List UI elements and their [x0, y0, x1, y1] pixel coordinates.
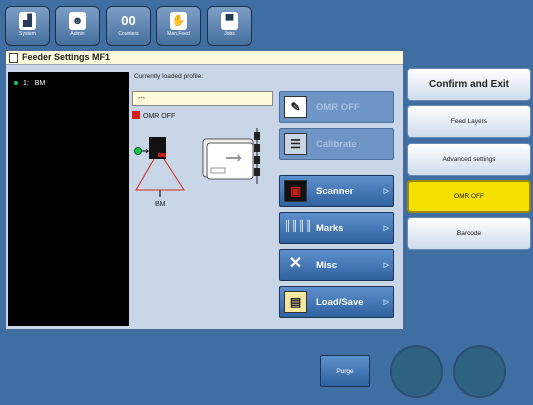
- floppy-disk-icon: ▤: [284, 291, 307, 313]
- omr-off-toggle-button[interactable]: OMR OFF: [407, 180, 531, 213]
- marks-icon: ║║║║: [284, 221, 313, 232]
- chevron-right-icon: ▷: [383, 299, 389, 306]
- feeder-list[interactable]: 1: BM: [8, 72, 129, 326]
- status-square-icon: [132, 111, 140, 119]
- omr-off-action-button[interactable]: ✎ OMR OFF: [279, 91, 394, 123]
- scanner-button[interactable]: ▣ Scanner ▷: [279, 175, 394, 207]
- top-toolbar: ▟ System ☻ Admin 00 Counters ✋ Man.Feed …: [0, 0, 533, 47]
- counters-label: Counters: [118, 31, 139, 37]
- marks-label: Marks: [316, 223, 344, 234]
- calibrate-icon: ☰: [284, 133, 307, 155]
- admin-icon: ☻: [69, 12, 86, 30]
- omr-status-text: OMR OFF: [143, 113, 176, 120]
- round-button-right[interactable]: [453, 345, 506, 398]
- feeder-diagram: BM: [134, 128, 260, 208]
- admin-button[interactable]: ☻ Admin: [55, 6, 100, 46]
- misc-button[interactable]: ✕ Misc ▷: [279, 249, 394, 281]
- load-save-button[interactable]: ▤ Load/Save ▷: [279, 286, 394, 318]
- jobs-icon: ▀: [221, 12, 238, 30]
- tools-icon: ✕: [288, 255, 303, 272]
- advanced-settings-label: Advanced settings: [442, 156, 496, 163]
- counters-button[interactable]: 00 Counters: [106, 6, 151, 46]
- feed-layers-button[interactable]: Feed Layers: [407, 105, 531, 138]
- feeder-list-item[interactable]: 1: BM: [14, 80, 45, 87]
- feed-layers-label: Feed Layers: [450, 118, 488, 125]
- marks-button[interactable]: ║║║║ Marks ▷: [279, 212, 394, 244]
- confirm-exit-button[interactable]: Confirm and Exit: [407, 68, 531, 101]
- diagram-label: BM: [155, 201, 166, 208]
- jobs-button[interactable]: ▀ Jobs: [207, 6, 252, 46]
- system-icon: ▟: [19, 12, 36, 30]
- barcode-button[interactable]: Barcode: [407, 217, 531, 250]
- man-feed-label: Man.Feed: [167, 31, 190, 37]
- profile-label: Currently loaded profile:: [134, 73, 204, 80]
- round-button-left[interactable]: [390, 345, 443, 398]
- omr-status: OMR OFF: [132, 111, 175, 120]
- profile-field: ---: [132, 91, 273, 106]
- calibrate-button[interactable]: ☰ Calibrate: [279, 128, 394, 160]
- chevron-right-icon: ▷: [383, 188, 389, 195]
- misc-label: Misc: [316, 260, 338, 271]
- omr-off-action-label: OMR OFF: [316, 102, 360, 113]
- feeder-index: 1:: [22, 80, 29, 87]
- paper-sheet: [206, 142, 254, 180]
- panel-title-bar: Feeder Settings MF1: [6, 51, 403, 65]
- feeder-name: BM: [34, 80, 46, 87]
- feeder-settings-panel: Feeder Settings MF1 1: BM Currently load…: [5, 50, 404, 330]
- arrow-icon: [142, 148, 150, 154]
- counters-icon: 00: [121, 13, 136, 28]
- sensor-led-icon: [134, 147, 142, 155]
- scanner-head-mark: [158, 153, 166, 157]
- system-label: System: [19, 31, 36, 37]
- omr-off-toggle-label: OMR OFF: [454, 193, 484, 200]
- admin-label: Admin: [70, 31, 85, 37]
- document-edit-icon: ✎: [284, 96, 307, 118]
- calibrate-label: Calibrate: [316, 139, 357, 150]
- document-icon: [9, 53, 18, 63]
- scanner-icon: ▣: [284, 180, 307, 202]
- chevron-right-icon: ▷: [383, 225, 389, 232]
- scan-field-icon: [135, 158, 185, 191]
- barcode-label: Barcode: [456, 230, 482, 237]
- man-feed-button[interactable]: ✋ Man.Feed: [156, 6, 201, 46]
- purge-button[interactable]: Purge: [320, 355, 370, 387]
- hand-icon: ✋: [170, 12, 187, 30]
- panel-title: Feeder Settings MF1: [22, 52, 111, 62]
- load-save-label: Load/Save: [316, 297, 364, 308]
- confirm-exit-label: Confirm and Exit: [428, 79, 509, 90]
- purge-label: Purge: [336, 368, 354, 375]
- scanner-label: Scanner: [316, 186, 354, 197]
- status-dot-icon: [14, 81, 18, 85]
- system-button[interactable]: ▟ System: [5, 6, 50, 46]
- jobs-label: Jobs: [224, 31, 235, 37]
- advanced-settings-button[interactable]: Advanced settings: [407, 143, 531, 176]
- chevron-right-icon: ▷: [383, 262, 389, 269]
